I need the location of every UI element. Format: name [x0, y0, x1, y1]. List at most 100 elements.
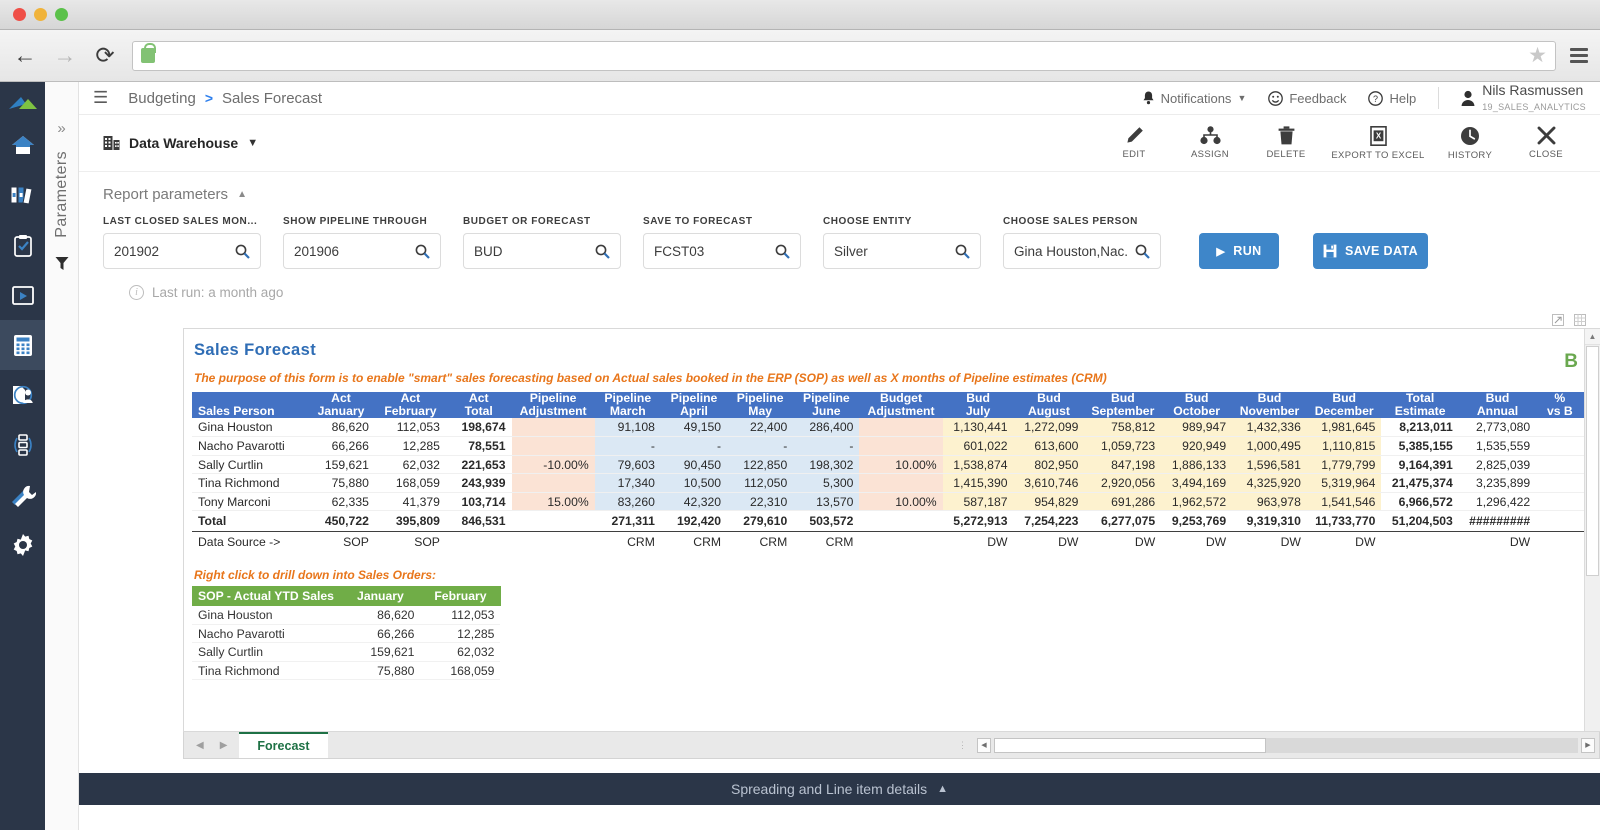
cell-label[interactable]: Total	[192, 510, 308, 533]
window-controls[interactable]	[13, 8, 68, 21]
cell-value[interactable]	[511, 436, 595, 456]
search-icon[interactable]	[235, 244, 250, 259]
column-header-adjustment[interactable]: Pipeline Adjustment	[511, 391, 596, 419]
export-to-excel-button[interactable]: X EXPORT TO EXCEL	[1326, 125, 1430, 161]
scroll-grip-icon[interactable]: ⋮	[952, 740, 974, 751]
chevron-up-icon[interactable]: ▲	[937, 783, 948, 795]
cell-value[interactable]: 503,572	[793, 510, 860, 533]
param-input[interactable]: Silver	[823, 233, 981, 269]
cell-value[interactable]: 2,773,080	[1458, 418, 1537, 438]
datasource-selector[interactable]: Data Warehouse ▼	[103, 135, 258, 151]
cell-value[interactable]: 62,032	[374, 455, 446, 475]
cell-value[interactable]: 13,570	[793, 492, 860, 512]
cell-value[interactable]: 395,809	[374, 510, 446, 533]
cell-value[interactable]: 7,254,223	[1013, 510, 1085, 533]
horizontal-scroll-thumb[interactable]	[994, 737, 1266, 753]
cell-value[interactable]	[1536, 531, 1584, 551]
cell-label[interactable]: Tina Richmond	[192, 473, 308, 493]
cell-value[interactable]: 587,187	[942, 492, 1014, 512]
cell-value[interactable]	[511, 510, 595, 533]
cell-value[interactable]: 78,551	[445, 436, 512, 456]
tab-nav-arrows[interactable]: ◀ ▶	[184, 732, 239, 758]
cell-label[interactable]: Tina Richmond	[192, 661, 341, 681]
cell-value[interactable]: 112,053	[374, 418, 446, 438]
cell-value[interactable]: 49,150	[660, 418, 728, 438]
cell-value[interactable]: 75,880	[340, 661, 421, 681]
cell-value[interactable]: -	[793, 436, 860, 456]
cell-value[interactable]: 62,335	[307, 492, 375, 512]
column-header-adjustment[interactable]: Budget Adjustment	[859, 391, 944, 419]
cell-value[interactable]: 1,596,581	[1232, 455, 1307, 475]
cell-value[interactable]	[859, 418, 943, 438]
reload-icon[interactable]: ⟳	[92, 43, 118, 69]
cell-value[interactable]: 920,949	[1161, 436, 1233, 456]
cell-value[interactable]: 243,939	[445, 473, 512, 493]
cell-value[interactable]: 112,050	[727, 473, 794, 493]
column-header-november[interactable]: Bud November	[1232, 391, 1308, 419]
column-header-october[interactable]: Bud October	[1161, 391, 1233, 419]
cell-value[interactable]: 79,603	[594, 455, 661, 475]
cell-value[interactable]: 192,420	[660, 510, 728, 533]
cell-value[interactable]: 6,277,075	[1084, 510, 1162, 533]
cell-value[interactable]: 1,059,723	[1084, 436, 1162, 456]
help-button[interactable]: ? Help	[1368, 91, 1416, 106]
table-row[interactable]: Gina Houston 86,620 112,053 198,674 91,108 49…	[192, 418, 1584, 438]
table-row[interactable]: Nacho Pavarotti 66,266 12,285 78,551- - - -601…	[192, 436, 1584, 456]
user-menu[interactable]: Nils Rasmussen 19_SALES_ANALYTICS	[1461, 83, 1586, 113]
maximize-window-button[interactable]	[55, 8, 68, 21]
spreadsheet[interactable]: Sales Forecast B The purpose of this for…	[183, 328, 1600, 732]
cell-value[interactable]	[1536, 492, 1584, 512]
table-row[interactable]: Tina Richmond 75,880 168,059 243,939 17,340 1…	[192, 473, 1584, 493]
column-header-vs-b[interactable]: % vs B	[1536, 391, 1584, 419]
cell-value[interactable]: 22,310	[727, 492, 794, 512]
cell-value[interactable]: DW	[1232, 531, 1307, 551]
cell-value[interactable]: 1,535,559	[1458, 436, 1537, 456]
cell-value[interactable]: 159,621	[340, 642, 421, 662]
column-header-estimate[interactable]: Total Estimate	[1381, 391, 1460, 419]
search-icon[interactable]	[955, 244, 970, 259]
table-source-row[interactable]: Data Source -> SOP SOP CRM CRM CRM CRM DW DW DW DW…	[192, 531, 1584, 551]
cell-value[interactable]: 51,204,503	[1381, 510, 1459, 533]
sidebar-item-tools[interactable]	[0, 470, 45, 520]
cell-value[interactable]: CRM	[594, 531, 661, 551]
grid-icon[interactable]	[1574, 313, 1586, 329]
cell-value[interactable]: 86,620	[340, 605, 421, 625]
app-logo-icon[interactable]	[0, 86, 45, 120]
cell-label[interactable]: Gina Houston	[192, 418, 308, 438]
delete-button[interactable]: DELETE	[1250, 125, 1322, 161]
cell-value[interactable]: 1,538,874	[942, 455, 1014, 475]
address-bar[interactable]: ★	[132, 40, 1556, 71]
cell-value[interactable]: 1,000,495	[1232, 436, 1307, 456]
cell-value[interactable]: 1,886,133	[1161, 455, 1233, 475]
cell-value[interactable]: 271,311	[594, 510, 661, 533]
cell-value[interactable]: 450,722	[307, 510, 375, 533]
cell-value[interactable]: CRM	[660, 531, 728, 551]
cell-value[interactable]: DW	[1161, 531, 1233, 551]
cell-value[interactable]	[859, 473, 943, 493]
cell-value[interactable]	[859, 436, 943, 456]
cell-value[interactable]: CRM	[727, 531, 794, 551]
column-header-september[interactable]: Bud September	[1084, 391, 1162, 419]
cell-value[interactable]: 86,620	[307, 418, 375, 438]
cell-value[interactable]: -	[727, 436, 794, 456]
back-arrow-icon[interactable]: ←	[12, 43, 38, 69]
cell-value[interactable]	[1536, 510, 1584, 533]
param-input[interactable]: 201906	[283, 233, 441, 269]
cell-value[interactable]: DW	[1084, 531, 1162, 551]
cell-value[interactable]: 9,253,769	[1161, 510, 1233, 533]
cell-value[interactable]	[511, 531, 595, 551]
cell-value[interactable]: 1,110,815	[1306, 436, 1382, 456]
cell-value[interactable]: 5,319,964	[1306, 473, 1382, 493]
cell-value[interactable]: 83,260	[594, 492, 661, 512]
cell-value[interactable]: 10,500	[660, 473, 728, 493]
param-input[interactable]: BUD	[463, 233, 621, 269]
edit-button[interactable]: EDIT	[1098, 126, 1170, 161]
sidebar-item-budgeting[interactable]	[0, 320, 45, 370]
close-window-button[interactable]	[13, 8, 26, 21]
param-input[interactable]: Gina Houston,Nac...	[1003, 233, 1161, 269]
cell-value[interactable]: 3,494,169	[1161, 473, 1233, 493]
forecast-table[interactable]: Sales Person Act January Act February Act Tota…	[192, 391, 1584, 551]
cell-value[interactable]	[1536, 455, 1584, 475]
column-header-july[interactable]: Bud July	[942, 391, 1015, 419]
cell-value[interactable]: 802,950	[1013, 455, 1085, 475]
